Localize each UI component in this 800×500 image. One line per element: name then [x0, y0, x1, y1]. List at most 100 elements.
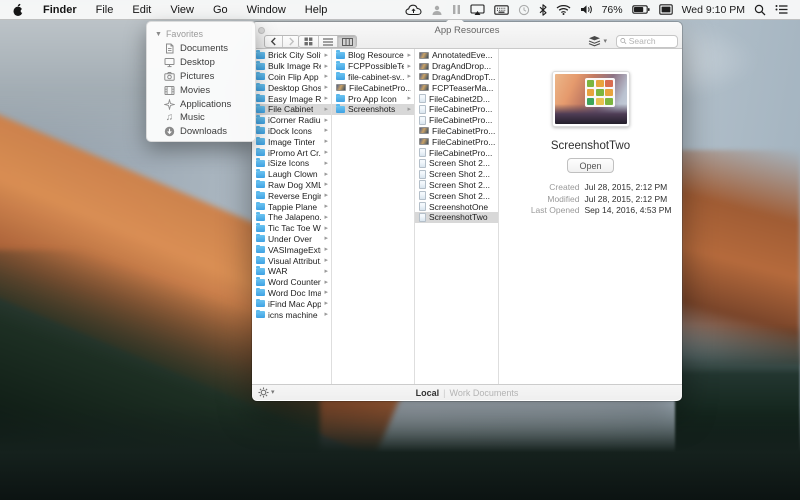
column-item[interactable]: Tic Tac Toe W...▸ [252, 223, 331, 234]
battery-icon[interactable] [632, 5, 650, 14]
menu-help[interactable]: Help [305, 4, 328, 16]
column-item[interactable]: VASImageExtr...▸ [252, 244, 331, 255]
sidebar-item-documents[interactable]: Documents [155, 42, 249, 56]
column-item[interactable]: ScreenshotTwo [415, 212, 498, 223]
column-item[interactable]: Raw Dog XML...▸ [252, 180, 331, 191]
column-item[interactable]: iPromo Art Cr...▸ [252, 147, 331, 158]
search-input[interactable] [629, 36, 674, 46]
column-item[interactable]: FileCabinetPro... [332, 82, 414, 93]
footer-tab-work-documents[interactable]: Work Documents [450, 388, 519, 398]
bluetooth-icon[interactable] [539, 4, 547, 16]
column-item[interactable]: FileCabinetPro... [415, 115, 498, 126]
folder-icon [256, 246, 265, 253]
column-item[interactable]: Desktop Ghost▸ [252, 82, 331, 93]
column-item[interactable]: FileCabinet2D... [415, 93, 498, 104]
column-item[interactable]: Reverse Engin...▸ [252, 190, 331, 201]
column-item[interactable]: icns machine▸ [252, 309, 331, 320]
column-item[interactable]: Laugh Clown▸ [252, 169, 331, 180]
column-item[interactable]: Brick City Solit...▸ [252, 50, 331, 61]
close-button[interactable] [258, 27, 265, 34]
column-item[interactable]: Word Doc Ima...▸ [252, 288, 331, 299]
footer-tab-local[interactable]: Local [416, 388, 440, 398]
column-item[interactable]: Screen Shot 2... [415, 169, 498, 180]
column-item[interactable]: FileCabinetPro... [415, 126, 498, 137]
file-thumbnail[interactable] [552, 71, 630, 127]
menu-file[interactable]: File [96, 4, 114, 16]
folder-icon [256, 63, 265, 70]
column-item[interactable]: ScreenshotOne [415, 201, 498, 212]
column-item[interactable]: WAR▸ [252, 266, 331, 277]
forward-button[interactable] [282, 36, 299, 47]
list-view-button[interactable] [318, 36, 337, 47]
spotlight-icon[interactable] [754, 4, 766, 16]
sidebar-item-music[interactable]: ♫ Music [155, 111, 249, 125]
airplay-icon[interactable] [470, 4, 485, 16]
column-item[interactable]: Blog Resources▸ [332, 50, 414, 61]
user-status-icon[interactable] [431, 4, 443, 16]
column-item[interactable]: File Cabinet▸ [252, 104, 331, 115]
column-item[interactable]: Easy Image Re...▸ [252, 93, 331, 104]
sidebar-item-downloads[interactable]: Downloads [155, 125, 249, 139]
menu-clock[interactable]: Wed 9:10 PM [682, 4, 745, 16]
icon-view-button[interactable] [299, 36, 318, 47]
open-button[interactable]: Open [567, 158, 613, 173]
sidebar-item-desktop[interactable]: Desktop [155, 56, 249, 70]
column-item[interactable]: file-cabinet-sv...▸ [332, 72, 414, 83]
column-item[interactable]: FCPTeaserMa... [415, 82, 498, 93]
volume-icon[interactable] [580, 4, 593, 15]
column-item[interactable]: DragAndDropT... [415, 72, 498, 83]
meta-value: Jul 28, 2015, 2:12 PM [585, 182, 668, 194]
arrange-button[interactable]: ▾ [585, 34, 610, 48]
action-menu-button[interactable]: ▾ [258, 387, 275, 398]
menu-finder[interactable]: Finder [43, 4, 77, 16]
column-item[interactable]: Pro App Icon▸ [332, 93, 414, 104]
column-item[interactable]: iFind Mac Apps▸ [252, 298, 331, 309]
column-item[interactable]: Screenshots▸ [332, 104, 414, 115]
back-button[interactable] [265, 36, 282, 47]
column-item[interactable]: iDock Icons▸ [252, 126, 331, 137]
cloud-upload-icon[interactable] [405, 4, 422, 16]
column-item[interactable]: FCPPossibleTe...▸ [332, 61, 414, 72]
menu-go[interactable]: Go [213, 4, 228, 16]
file-icon [419, 94, 426, 103]
favorites-header[interactable]: ▼ Favorites [155, 29, 249, 39]
column-item[interactable]: The Jalapeno...▸ [252, 212, 331, 223]
column-item[interactable]: Tappie Plane▸ [252, 201, 331, 212]
item-label: FileCabinet2D... [429, 94, 490, 104]
nav-buttons [264, 35, 300, 48]
column-item[interactable]: DragAndDrop... [415, 61, 498, 72]
column-item[interactable]: Coin Flip App▸ [252, 72, 331, 83]
menu-view[interactable]: View [170, 4, 194, 16]
column-item[interactable]: iSize Icons▸ [252, 158, 331, 169]
pause-status-icon[interactable] [452, 4, 461, 15]
wifi-icon[interactable] [556, 4, 571, 15]
column-item[interactable]: Under Over▸ [252, 234, 331, 245]
search-field[interactable] [616, 35, 678, 48]
column-item[interactable]: Image Tinter▸ [252, 136, 331, 147]
menu-edit[interactable]: Edit [132, 4, 151, 16]
column-item[interactable]: FileCabinetPro... [415, 104, 498, 115]
sidebar-item-applications[interactable]: Applications [155, 97, 249, 111]
column-item[interactable]: Screen Shot 2... [415, 190, 498, 201]
notification-center-icon[interactable] [775, 4, 788, 15]
column-item[interactable]: AnnotatedEve... [415, 50, 498, 61]
column-view-button[interactable] [337, 36, 356, 47]
apple-icon[interactable] [12, 3, 24, 17]
menu-window[interactable]: Window [247, 4, 286, 16]
applications-icon [164, 99, 175, 110]
column-item[interactable]: Bulk Image Re...▸ [252, 61, 331, 72]
column-item[interactable]: Word Counter...▸ [252, 277, 331, 288]
column-item[interactable]: Screen Shot 2... [415, 180, 498, 191]
display-mirroring-icon[interactable] [659, 4, 673, 15]
sidebar-item-movies[interactable]: Movies [155, 83, 249, 97]
column-item[interactable]: Visual Attribut...▸ [252, 255, 331, 266]
column-item[interactable]: Screen Shot 2... [415, 158, 498, 169]
layers-icon [588, 35, 601, 47]
column-item[interactable]: FileCabinetPro... [415, 136, 498, 147]
keyboard-icon[interactable] [494, 5, 509, 15]
column-item[interactable]: FileCabinetPro... [415, 147, 498, 158]
sidebar-item-pictures[interactable]: Pictures [155, 70, 249, 84]
column-item[interactable]: iCorner Radius▸ [252, 115, 331, 126]
image-icon [336, 84, 346, 91]
time-machine-icon[interactable] [518, 4, 530, 16]
